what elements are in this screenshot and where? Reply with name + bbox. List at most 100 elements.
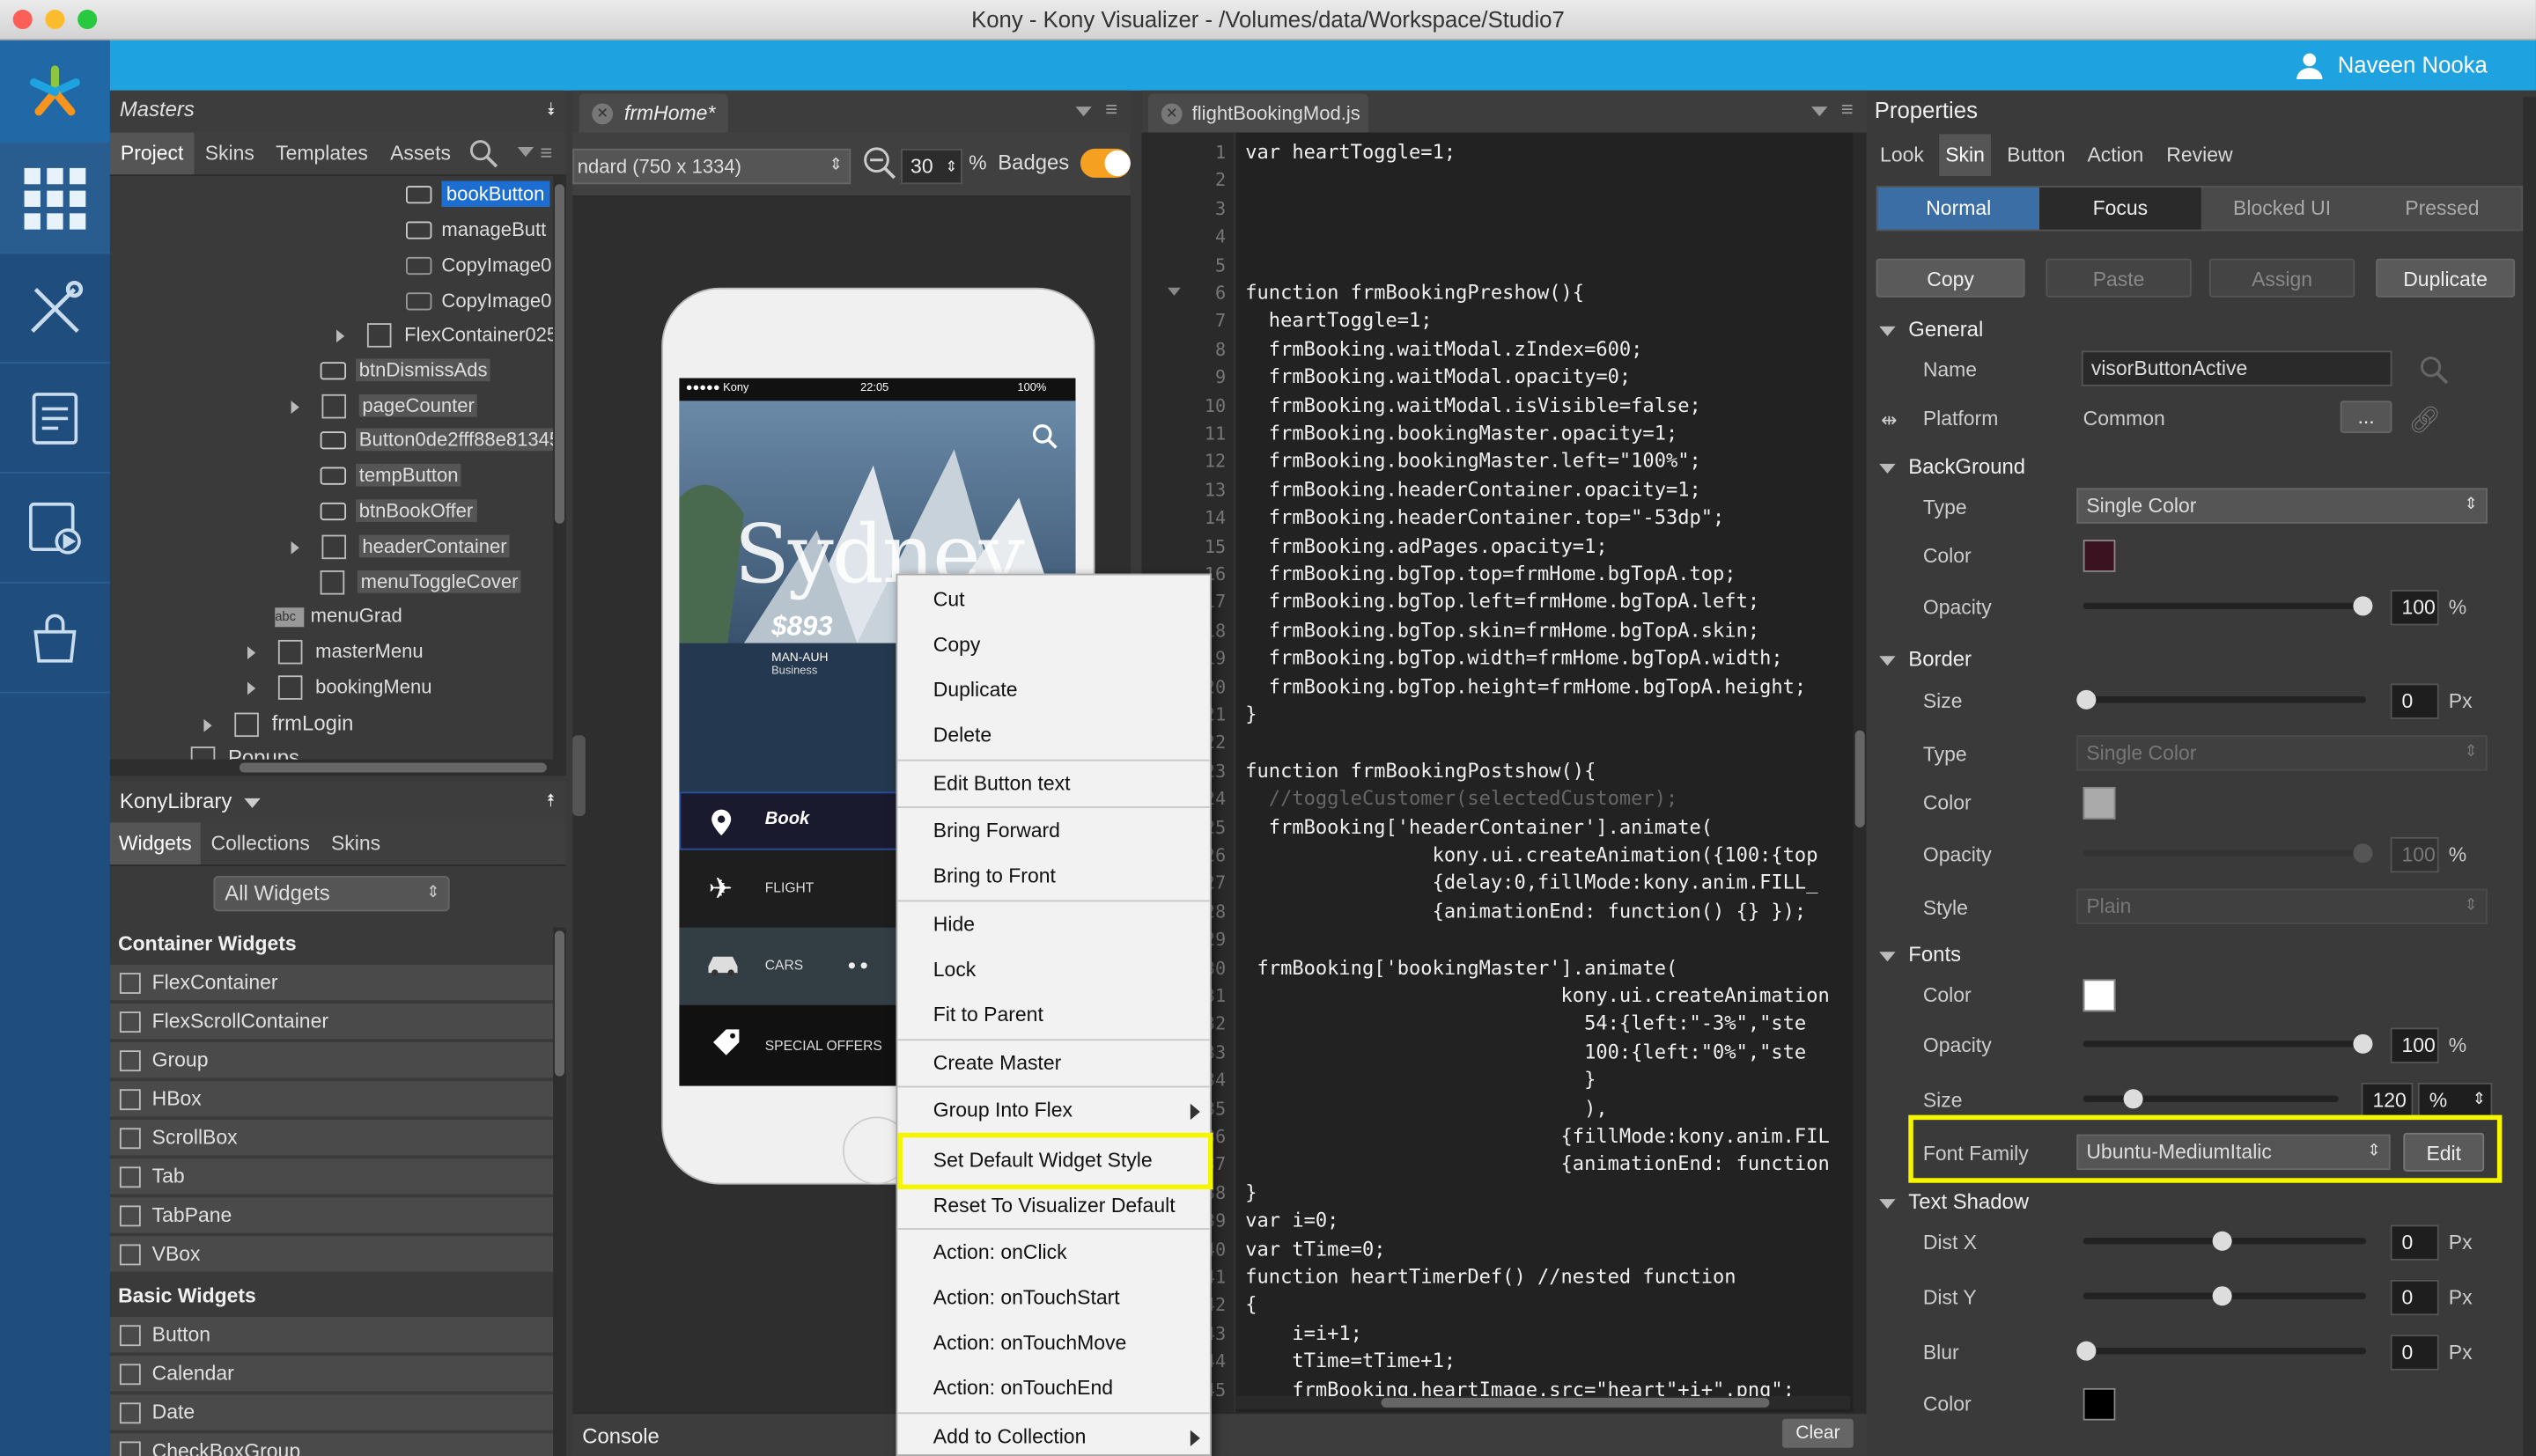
badges-toggle[interactable]: [1080, 148, 1131, 178]
code-line[interactable]: function frmBookingPostshow(){: [1245, 758, 1596, 785]
tree-scrollbar[interactable]: [553, 176, 566, 760]
font-edit-button[interactable]: Edit: [2403, 1132, 2485, 1172]
tab-templates[interactable]: Templates: [265, 133, 379, 175]
menu-item-hide[interactable]: Hide: [897, 901, 1209, 946]
font-family-select[interactable]: Ubuntu-MediumItalic ⇕: [2076, 1134, 2391, 1171]
menu-item-delete[interactable]: Delete: [897, 713, 1209, 758]
widget-flexscrollcontainer[interactable]: FlexScrollContainer: [109, 1003, 554, 1041]
code-line[interactable]: {animationEnd: function() {} });: [1245, 898, 1807, 925]
zoom-input[interactable]: 30 ⇕: [901, 148, 962, 185]
slider-knob[interactable]: [2076, 689, 2097, 710]
nav-tools[interactable]: [0, 254, 110, 364]
menu-icon[interactable]: ≡: [540, 141, 552, 165]
tree-item[interactable]: btnBookOffer: [320, 495, 476, 529]
state-pressed[interactable]: Pressed: [2363, 188, 2521, 230]
collapse-icon[interactable]: ⯯: [546, 91, 557, 129]
expand-arrow-icon[interactable]: [247, 645, 256, 659]
minimize-window-button[interactable]: [45, 10, 65, 30]
link-icon[interactable]: 🔗︎: [2408, 404, 2441, 437]
code-line[interactable]: frmBooking.adPages.opacity=1;: [1245, 533, 1608, 560]
expand-arrow-icon[interactable]: [291, 540, 299, 555]
code-line[interactable]: frmBooking.headerContainer.top="-53dp";: [1245, 504, 1725, 532]
code-line[interactable]: frmBooking.waitModal.zIndex=600;: [1245, 335, 1643, 363]
nav-preview[interactable]: [0, 474, 110, 584]
code-line[interactable]: frmBooking.bgTop.top=frmHome.bgTopA.top;: [1245, 561, 1736, 588]
tab-project[interactable]: Project: [109, 132, 195, 175]
shadow-distx-slider[interactable]: [2083, 1231, 2367, 1251]
tab-collections[interactable]: Collections: [201, 822, 321, 864]
menu-item-reset-to-visualizer-default[interactable]: Reset To Visualizer Default: [897, 1183, 1209, 1228]
kony-logo[interactable]: [0, 40, 110, 144]
background-section[interactable]: BackGround: [1879, 454, 2025, 478]
widget-scrollbox[interactable]: ScrollBox: [109, 1120, 554, 1158]
tree-item[interactable]: abc menuGrad: [275, 599, 402, 634]
editor-vscrollbar[interactable]: [1853, 132, 1867, 1413]
general-section[interactable]: General: [1879, 317, 1983, 341]
text-shadow-section[interactable]: Text Shadow: [1879, 1189, 2029, 1214]
menu-item-copy[interactable]: Copy: [897, 622, 1209, 667]
close-tab-icon[interactable]: ✕: [1161, 103, 1183, 125]
code-line[interactable]: var tTime=0;: [1245, 1236, 1385, 1263]
tree-item[interactable]: headerContainer: [291, 530, 511, 564]
code-line[interactable]: 100:{left:"0%","ste: [1245, 1039, 1806, 1066]
widget-tab[interactable]: Tab: [109, 1158, 554, 1196]
font-color-swatch[interactable]: [2083, 979, 2116, 1012]
widget-flexcontainer[interactable]: FlexContainer: [109, 964, 554, 1003]
font-opacity-slider[interactable]: [2083, 1033, 2373, 1054]
platform-more-button[interactable]: ...: [2340, 401, 2392, 433]
tab-flightbookingmod[interactable]: ✕ flightBookingMod.js: [1148, 93, 1368, 133]
editor-hscrollbar[interactable]: [1235, 1396, 1851, 1409]
menu-item-lock[interactable]: Lock: [897, 947, 1209, 992]
menu-item-fit-to-parent[interactable]: Fit to Parent: [897, 992, 1209, 1037]
code-line[interactable]: frmBooking['headerContainer'].animate(: [1245, 813, 1713, 841]
search-icon[interactable]: [2420, 356, 2449, 390]
shadow-disty-slider[interactable]: [2083, 1286, 2367, 1306]
tab-review[interactable]: Review: [2157, 134, 2242, 176]
widget-calendar[interactable]: Calendar: [109, 1356, 554, 1393]
menu-item-group-into-flex[interactable]: Group Into Flex: [897, 1087, 1209, 1132]
menu-icon[interactable]: ≡: [1105, 97, 1117, 121]
widget-vbox[interactable]: VBox: [109, 1236, 554, 1274]
stepper-icon[interactable]: ⇕: [945, 151, 957, 183]
shadow-color-swatch[interactable]: [2083, 1387, 2116, 1421]
tree-hscrollbar[interactable]: [109, 759, 566, 776]
tree-item[interactable]: masterMenu: [247, 635, 424, 669]
tab-skin[interactable]: Skin: [1939, 134, 1991, 177]
border-opacity-slider[interactable]: [2083, 843, 2373, 864]
code-line[interactable]: {fillMode:kony.anim.FIL: [1245, 1123, 1830, 1151]
expand-icon[interactable]: ⯭: [546, 781, 557, 823]
slider-knob[interactable]: [2212, 1286, 2232, 1306]
border-section[interactable]: Border: [1879, 646, 1972, 671]
code-line[interactable]: var i=0;: [1245, 1208, 1338, 1235]
border-type-select[interactable]: Single Color ⇕: [2076, 735, 2488, 771]
code-line[interactable]: frmBooking.bgTop.width=frmHome.bgTopA.wi…: [1245, 645, 1783, 673]
code-line[interactable]: tTime=tTime+1;: [1245, 1348, 1456, 1375]
code-line[interactable]: i=i+1;: [1245, 1320, 1362, 1347]
expand-arrow-icon[interactable]: [203, 718, 212, 732]
tab-list-icon[interactable]: [1811, 107, 1828, 117]
widget-date[interactable]: Date: [109, 1394, 554, 1432]
widget-checkboxgroup[interactable]: CheckBoxGroup: [109, 1433, 554, 1456]
widget-filter-select[interactable]: All Widgets ⇕: [213, 875, 450, 912]
code-line[interactable]: {delay:0,fillMode:kony.anim.FILL_: [1245, 870, 1818, 897]
font-size-slider[interactable]: [2083, 1089, 2339, 1109]
bg-color-swatch[interactable]: [2083, 540, 2116, 572]
tab-list-icon[interactable]: [1075, 107, 1092, 117]
console-clear-button[interactable]: Clear: [1782, 1418, 1854, 1448]
shadow-blur-slider[interactable]: [2076, 1341, 2367, 1361]
tree-item[interactable]: tempButton: [320, 459, 462, 493]
border-opacity-input[interactable]: 100: [2390, 836, 2439, 873]
code-line[interactable]: {animationEnd: function: [1245, 1151, 1830, 1179]
menu-item-duplicate[interactable]: Duplicate: [897, 667, 1209, 712]
code-line[interactable]: heartToggle=1;: [1245, 308, 1433, 335]
code-line[interactable]: ),: [1245, 1095, 1608, 1122]
slider-knob[interactable]: [2123, 1089, 2143, 1109]
library-header[interactable]: KonyLibrary ⯭: [109, 780, 566, 823]
menu-item-add-to-collection[interactable]: Add to Collection: [897, 1414, 1209, 1456]
library-scrollbar[interactable]: [553, 927, 566, 1456]
skin-duplicate-button[interactable]: Duplicate: [2376, 258, 2516, 298]
code-line[interactable]: }: [1245, 1180, 1257, 1207]
state-normal[interactable]: Normal: [1877, 187, 2040, 230]
border-color-swatch[interactable]: [2083, 786, 2116, 820]
menu-item-action-ontouchstart[interactable]: Action: onTouchStart: [897, 1275, 1209, 1320]
